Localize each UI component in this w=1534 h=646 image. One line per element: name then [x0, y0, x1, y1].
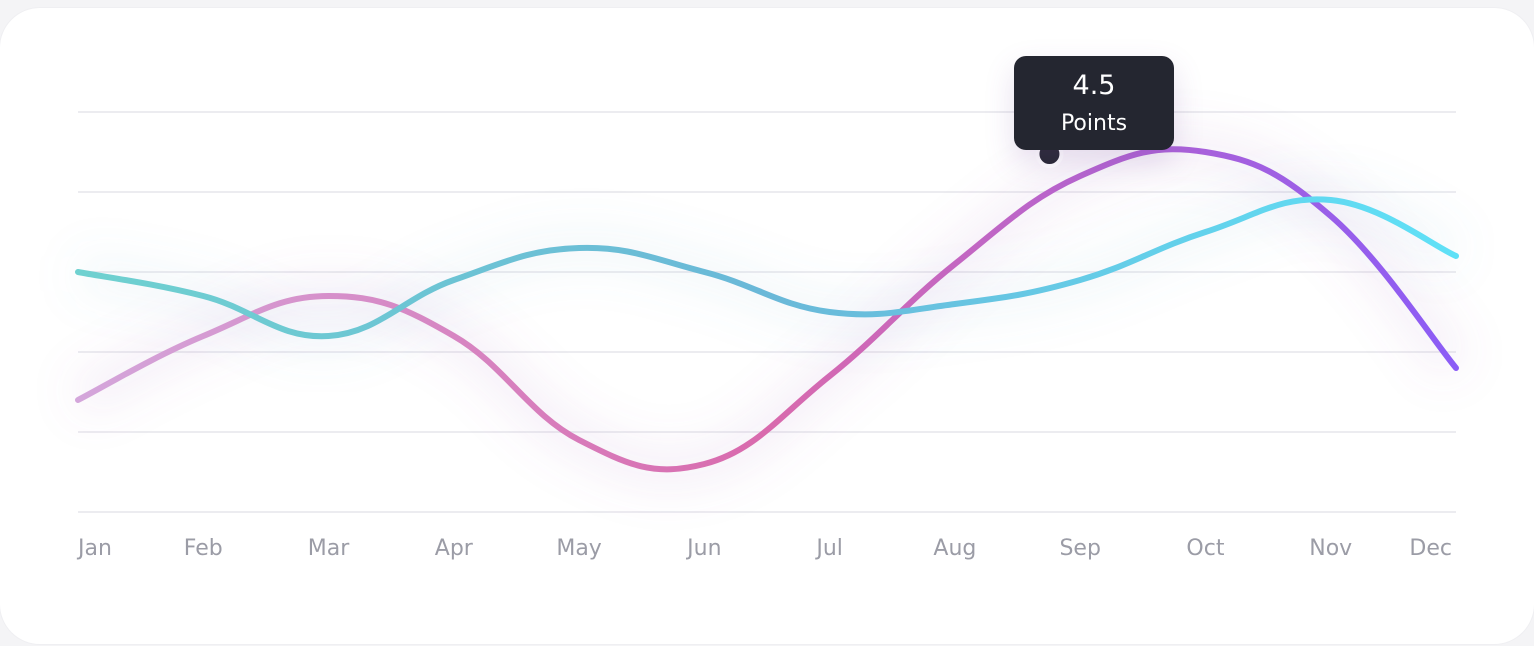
- x-tick-label: Feb: [183, 536, 223, 561]
- tooltip-value: 4.5: [1072, 70, 1116, 101]
- tooltip: 4.5 Points: [1014, 56, 1174, 150]
- x-tick-label: Dec: [1409, 536, 1452, 561]
- line-chart: [68, 111, 1472, 513]
- x-tick-label: Jul: [816, 536, 843, 561]
- x-tick-label: Jun: [687, 536, 722, 561]
- x-tick-label: Sep: [1059, 536, 1101, 561]
- x-tick-label: Jan: [78, 536, 112, 561]
- series-layer: [68, 129, 1472, 490]
- x-tick-label: Apr: [434, 536, 473, 561]
- x-tick-label: Oct: [1186, 536, 1225, 561]
- x-tick-label: Nov: [1309, 536, 1353, 561]
- tooltip-unit: Points: [1060, 111, 1128, 136]
- x-tick-label: May: [556, 536, 602, 561]
- x-tick-label: Mar: [307, 536, 350, 561]
- x-tick-label: Aug: [933, 536, 977, 561]
- series-shadow: [74, 179, 1465, 357]
